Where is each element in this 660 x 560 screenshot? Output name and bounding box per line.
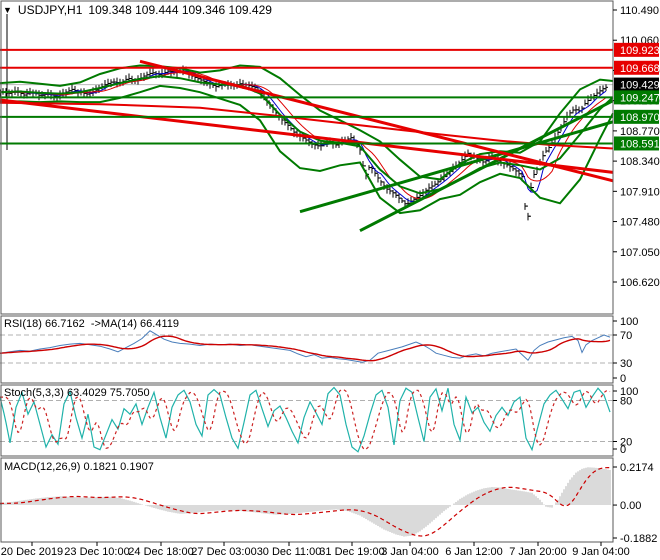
- symbol-period-label: USDJPY,H1: [17, 3, 83, 17]
- date-label: 27 Dec 03:00: [191, 546, 256, 558]
- date-label: 23 Dec 10:00: [64, 546, 129, 558]
- date-label: 20 Dec 2019: [1, 546, 63, 558]
- trading-chart-window: 110.490110.060109.630109.200108.770108.3…: [0, 0, 660, 560]
- rsi-line: [0, 330, 611, 363]
- price-badge-label: 109.247: [620, 92, 660, 104]
- date-label: 9 Jan 04:00: [572, 546, 630, 558]
- price-tick-label: 106.620: [620, 277, 660, 289]
- date-label: 30 Dec 11:00: [257, 546, 322, 558]
- price-badge-label: 109.429: [620, 80, 660, 92]
- price-tick-label: 108.770: [620, 126, 660, 138]
- rsi-tick-label: 30: [620, 358, 632, 370]
- price-tick-label: 107.050: [620, 247, 660, 259]
- price-badge-label: 108.591: [620, 138, 660, 150]
- rsi-tick-label: 70: [620, 330, 632, 342]
- date-label: 7 Jan 20:00: [509, 546, 567, 558]
- price-badge-label: 109.923: [620, 45, 660, 57]
- macd-indicator-label: MACD(12,26,9) 0.1821 0.1907: [4, 461, 154, 473]
- rsi-tick-label: 0: [620, 373, 626, 385]
- red-trendline: [0, 98, 614, 174]
- date-label: 3 Jan 04:00: [381, 546, 439, 558]
- chart-canvas[interactable]: 110.490110.060109.630109.200108.770108.3…: [0, 0, 660, 560]
- date-label: 24 Dec 18:00: [128, 546, 193, 558]
- price-tick-label: 107.480: [620, 217, 660, 229]
- date-label: 6 Jan 12:00: [445, 546, 503, 558]
- price-badge-label: 109.668: [620, 63, 660, 75]
- rsi-tick-label: 100: [620, 316, 638, 328]
- stoch-tick-label: 0: [620, 444, 626, 456]
- rsi-indicator-label: RSI(18) 66.7162 ->MA(14) 66.4119: [4, 318, 179, 330]
- price-badge-label: 108.970: [620, 112, 660, 124]
- stoch-tick-label: 80: [620, 396, 632, 408]
- date-label: 31 Dec 19:00: [319, 546, 384, 558]
- ohlc-values: 109.348 109.444 109.346 109.429: [88, 3, 272, 17]
- macd-tick-label: 0.2174: [620, 462, 654, 474]
- symbol-dropdown-icon[interactable]: ▼: [3, 4, 12, 16]
- price-tick-label: 107.910: [620, 186, 660, 198]
- price-tick-label: 110.490: [620, 5, 659, 17]
- chart-title-bar: ▼ USDJPY,H1 109.348 109.444 109.346 109.…: [3, 3, 272, 17]
- rsi-ma-line: [0, 335, 611, 362]
- green-trendline: [359, 99, 614, 233]
- macd-tick-label: -0.1882: [620, 533, 657, 545]
- macd-tick-label: 0.00: [620, 500, 641, 512]
- price-tick-label: 108.340: [620, 156, 660, 168]
- stoch-indicator-label: Stoch(5,3,3) 63.4029 75.7050: [4, 387, 150, 399]
